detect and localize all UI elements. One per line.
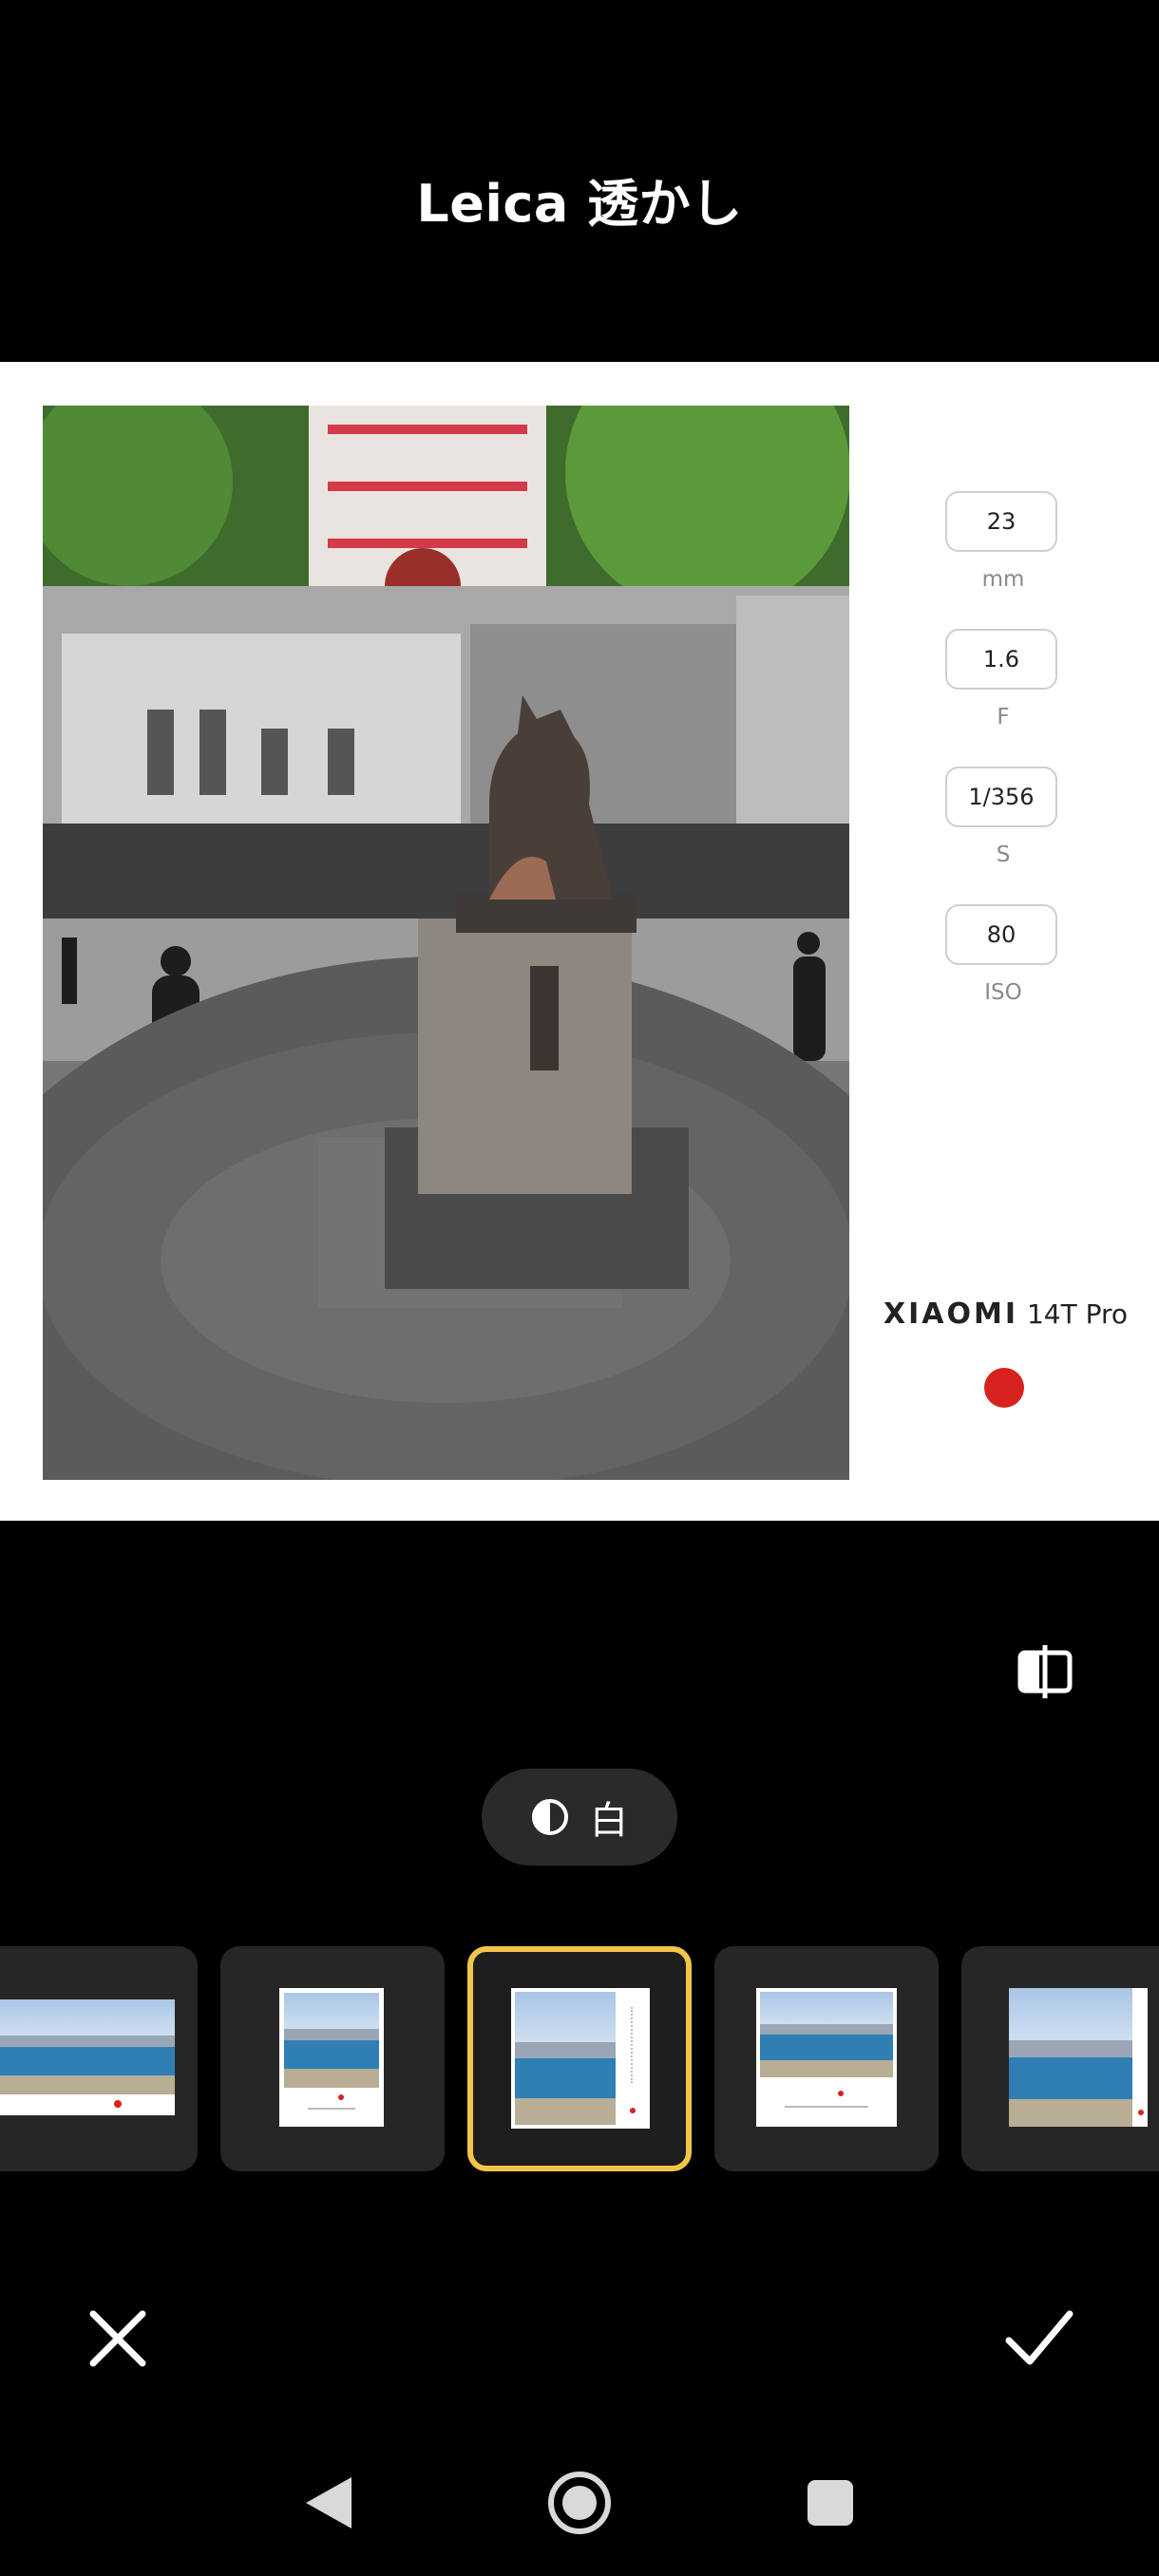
template-thumb[interactable]: [961, 1946, 1159, 2171]
aperture-unit: F: [997, 705, 1010, 729]
template-strip: [0, 1946, 1159, 2171]
confirm-button[interactable]: [1001, 2301, 1077, 2377]
page-title: Leica 透かし: [416, 174, 743, 234]
iso-unit: ISO: [984, 980, 1022, 1005]
device-brand: XIAOMI 14T Pro: [884, 1297, 1128, 1331]
watermark-preview: 23 mm 1.6 F 1/356 S 80 ISO XIAOMI 14T Pr…: [0, 362, 1159, 1521]
xiaomi-logo: XIAOMI: [884, 1297, 1019, 1331]
template-thumb[interactable]: [220, 1946, 445, 2171]
recents-square-icon: [808, 2480, 853, 2526]
home-nav-button[interactable]: [543, 2460, 616, 2546]
back-nav-button[interactable]: [294, 2460, 361, 2546]
contrast-icon: [532, 1799, 568, 1835]
color-mode-label: 白: [590, 1799, 628, 1843]
template-thumb[interactable]: [714, 1946, 939, 2171]
color-mode-toggle[interactable]: 白: [482, 1769, 677, 1866]
close-icon: [89, 2310, 146, 2367]
iso-field[interactable]: 80: [945, 904, 1057, 965]
exif-params: 23 mm 1.6 F 1/356 S 80 ISO: [945, 491, 1061, 1042]
aperture-field[interactable]: 1.6: [945, 629, 1057, 690]
shutter-speed-field[interactable]: 1/356: [945, 767, 1057, 827]
shutter-speed-unit: S: [996, 843, 1011, 867]
focal-length-field[interactable]: 23: [945, 491, 1057, 552]
compare-icon[interactable]: [1015, 1641, 1075, 1702]
leica-logo-icon: [984, 1368, 1024, 1408]
focal-length-unit: mm: [981, 567, 1025, 592]
cancel-button[interactable]: [80, 2301, 156, 2377]
template-thumb[interactable]: [0, 1946, 198, 2171]
check-icon: [1005, 2310, 1074, 2365]
template-thumb-selected[interactable]: [467, 1946, 692, 2171]
recents-nav-button[interactable]: [804, 2460, 857, 2546]
photo-preview: [43, 406, 849, 1480]
home-circle-icon: [548, 2472, 611, 2534]
device-model: 14T Pro: [1026, 1298, 1128, 1330]
back-triangle-icon: [306, 2477, 352, 2529]
